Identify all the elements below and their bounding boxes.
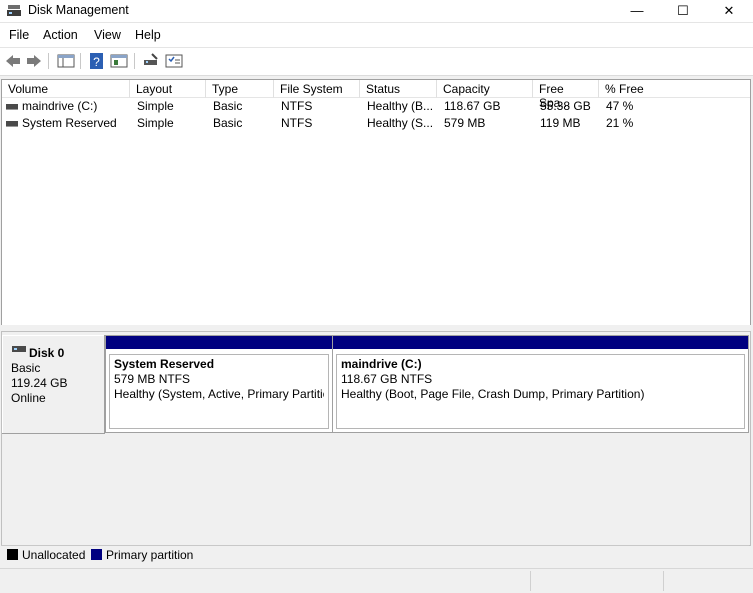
toolbar-separator (48, 53, 49, 69)
column-label: Status (366, 82, 401, 96)
legend-label-unallocated: Unallocated (22, 548, 86, 562)
partition-system-reserved[interactable]: System Reserved 579 MB NTFS Healthy (Sys… (106, 336, 333, 432)
drive-icon (6, 121, 18, 127)
cell-status: Healthy (S... (367, 116, 434, 130)
column-label: Volume (8, 82, 49, 96)
table-row[interactable]: maindrive (C:) Simple Basic NTFS Healthy… (2, 98, 750, 115)
status-divider (663, 571, 664, 591)
cell-free-space: 119 MB (540, 116, 581, 130)
table-row[interactable]: System Reserved Simple Basic NTFS Health… (2, 115, 750, 132)
back-icon[interactable] (4, 52, 22, 70)
column-header-percent-free[interactable]: % Free (599, 80, 750, 98)
cell-status: Healthy (B... (367, 99, 434, 113)
menu-action[interactable]: Action (43, 28, 78, 42)
partition-size-fs: 579 MB NTFS (114, 372, 191, 386)
legend-label-primary-partition: Primary partition (106, 548, 194, 562)
console-tree-icon[interactable] (57, 52, 75, 70)
partition-maindrive-c[interactable]: maindrive (C:) 118.67 GB NTFS Healthy (B… (333, 336, 748, 432)
menu-help[interactable]: Help (135, 28, 161, 42)
volume-list[interactable]: Volume Layout Type File System Status Ca… (1, 79, 751, 326)
drive-icon (6, 104, 18, 110)
cell-percent-free: 21 % (606, 116, 634, 130)
cell-type: Basic (213, 99, 243, 113)
disk-icon (12, 346, 26, 352)
column-label: % Free (605, 82, 644, 96)
toolbar: ? (0, 47, 753, 76)
disk-size: 119.24 GB (11, 376, 68, 390)
cell-volume: maindrive (C:) (22, 99, 98, 113)
disk-state: Online (11, 391, 46, 405)
close-button[interactable]: ✕ (706, 0, 752, 22)
column-header-layout[interactable]: Layout (130, 80, 206, 98)
cell-file-system: NTFS (281, 116, 313, 130)
column-header-volume[interactable]: Volume (2, 80, 130, 98)
cell-layout: Simple (137, 99, 174, 113)
column-label: File System (280, 82, 343, 96)
maximize-button[interactable]: ☐ (660, 0, 706, 22)
disk-0-label[interactable]: Disk 0 Basic 119.24 GB Online (2, 335, 105, 434)
legend: Unallocated Primary partition (1, 545, 749, 564)
disk-0-partitions: System Reserved 579 MB NTFS Healthy (Sys… (105, 335, 749, 433)
column-header-file-system[interactable]: File System (274, 80, 360, 98)
disk-view[interactable]: Disk 0 Basic 119.24 GB Online System Res… (1, 331, 751, 546)
partition-status: Healthy (Boot, Page File, Crash Dump, Pr… (341, 387, 645, 401)
unallocated-swatch (7, 549, 18, 560)
settings-icon[interactable] (165, 52, 183, 70)
forward-icon[interactable] (25, 52, 43, 70)
partition-name: System Reserved (114, 357, 215, 371)
properties-icon[interactable] (110, 52, 128, 70)
toolbar-separator (134, 53, 135, 69)
partition-status: Healthy (System, Active, Primary Partiti… (114, 387, 324, 401)
minimize-button[interactable]: — (614, 0, 660, 22)
cell-free-space: 55.38 GB (540, 99, 591, 113)
column-label: Capacity (443, 82, 490, 96)
rescan-icon[interactable] (142, 52, 160, 70)
status-bar (0, 568, 753, 593)
window-title: Disk Management (28, 3, 129, 17)
primary-partition-bar (333, 336, 748, 349)
cell-volume: System Reserved (22, 116, 117, 130)
disk-type: Basic (11, 361, 41, 375)
status-divider (530, 571, 531, 591)
toolbar-separator (80, 53, 81, 69)
partition-details: maindrive (C:) 118.67 GB NTFS Healthy (B… (336, 354, 745, 429)
column-label: Type (212, 82, 239, 96)
menu-bar: File Action View Help (0, 23, 753, 47)
column-header-type[interactable]: Type (206, 80, 274, 98)
disk-name: Disk 0 (29, 346, 65, 360)
cell-file-system: NTFS (281, 99, 313, 113)
partition-details: System Reserved 579 MB NTFS Healthy (Sys… (109, 354, 329, 429)
svg-text:?: ? (93, 55, 100, 69)
primary-partition-swatch (91, 549, 102, 560)
cell-layout: Simple (137, 116, 174, 130)
help-icon[interactable]: ? (88, 52, 106, 70)
cell-capacity: 579 MB (444, 116, 486, 130)
primary-partition-bar (106, 336, 332, 349)
menu-view[interactable]: View (94, 28, 121, 42)
column-header-capacity[interactable]: Capacity (437, 80, 533, 98)
partition-name: maindrive (C:) (341, 357, 422, 371)
menu-file[interactable]: File (9, 28, 29, 42)
column-header-free-space[interactable]: Free Spa... (533, 80, 599, 110)
partition-size-fs: 118.67 GB NTFS (341, 372, 433, 386)
cell-capacity: 118.67 GB (444, 99, 501, 113)
cell-type: Basic (213, 116, 243, 130)
cell-percent-free: 47 % (606, 99, 634, 113)
disk-management-app-icon (7, 5, 21, 16)
column-label: Layout (136, 82, 173, 96)
column-header-status[interactable]: Status (360, 80, 437, 98)
title-bar: Disk Management — ☐ ✕ (0, 0, 753, 23)
